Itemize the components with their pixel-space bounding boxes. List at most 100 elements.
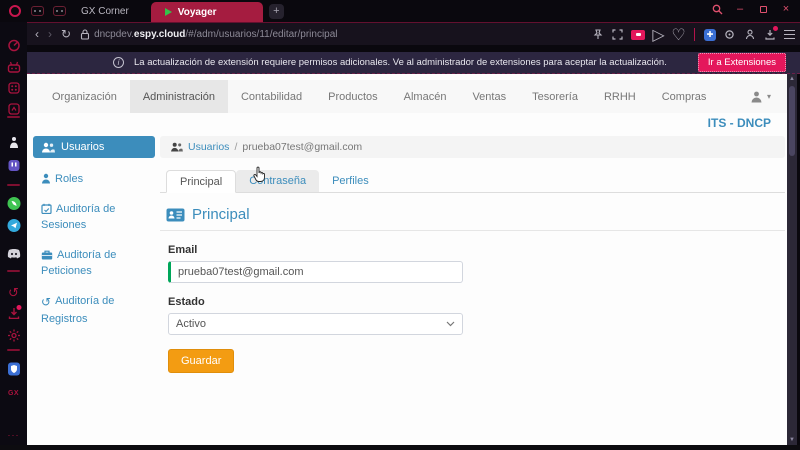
sidebar-item-usuarios[interactable]: Usuarios: [33, 136, 155, 158]
discord-icon[interactable]: [7, 249, 21, 259]
user-menu[interactable]: ▾: [750, 80, 771, 113]
app-navbar: Organización Administración Contabilidad…: [27, 80, 787, 113]
nav-item-compras[interactable]: Compras: [649, 80, 720, 113]
pinned-tab-icon[interactable]: [31, 6, 44, 16]
nav-item-almacen[interactable]: Almacén: [391, 80, 460, 113]
app-brand: ITS - DNCP: [708, 116, 771, 130]
scroll-down-icon[interactable]: ▼: [787, 435, 797, 445]
profile-icon[interactable]: [743, 28, 756, 41]
scroll-up-icon[interactable]: ▲: [787, 74, 797, 84]
go-to-extensions-button[interactable]: Ir a Extensiones: [698, 53, 786, 72]
sidebar-item-auditoria-sesiones[interactable]: Auditoría de Sesiones: [33, 201, 155, 234]
search-icon[interactable]: [711, 3, 723, 15]
gx-store-icon[interactable]: [8, 103, 20, 115]
tab-principal[interactable]: Principal: [166, 170, 236, 193]
telegram-icon[interactable]: [7, 219, 20, 232]
mods-icon[interactable]: [8, 82, 20, 94]
tab-gx-corner[interactable]: GX Corner: [53, 6, 129, 17]
toolbar-separator: [694, 28, 695, 41]
save-button[interactable]: Guardar: [168, 349, 234, 373]
estado-select[interactable]: Activo: [168, 313, 463, 335]
opera-gx-logo[interactable]: [9, 5, 21, 17]
url-prefix: dncpdev.: [94, 29, 134, 40]
close-button[interactable]: ×: [780, 3, 792, 15]
id-card-icon: [166, 208, 185, 222]
nav-item-tesoreria[interactable]: Tesorería: [519, 80, 591, 113]
gx-control-icon[interactable]: [7, 39, 20, 52]
sidebar-item-auditoria-registros[interactable]: ↺Auditoría de Registros: [33, 293, 155, 328]
vpn-badge-icon[interactable]: [631, 30, 645, 40]
email-field[interactable]: [168, 261, 463, 283]
section-heading: Principal: [160, 206, 785, 231]
menu-icon[interactable]: [783, 28, 796, 41]
tab-strip: GX Corner Voyager + – ×: [0, 0, 800, 22]
breadcrumb-separator: /: [234, 141, 237, 153]
tab-contrasena[interactable]: Contraseña: [236, 170, 319, 192]
tab-voyager[interactable]: Voyager: [151, 2, 263, 22]
sidebar-item-label: Usuarios: [61, 141, 104, 153]
twitch-icon[interactable]: [7, 159, 20, 172]
nav-item-rrhh[interactable]: RRHH: [591, 80, 649, 113]
rail-overflow-icon[interactable]: ···: [8, 430, 20, 440]
tab-perfiles[interactable]: Perfiles: [319, 170, 382, 192]
gx-sidebar: ↺ GX ···: [0, 22, 27, 445]
users-icon: [41, 142, 55, 153]
rail-separator: [7, 349, 20, 351]
nav-item-productos[interactable]: Productos: [315, 80, 391, 113]
extension-icon[interactable]: ✚: [704, 29, 716, 41]
sidebar-item-label: Auditoría de Registros: [41, 295, 114, 325]
history-icon: ↺: [41, 295, 51, 309]
users-icon: [170, 142, 183, 152]
player-icon[interactable]: [8, 136, 20, 149]
pin-icon[interactable]: [591, 28, 604, 41]
rail-download-dot: [16, 305, 21, 310]
rail-separator: [7, 270, 20, 272]
forward-button[interactable]: ›: [48, 27, 52, 41]
extension-shield-icon[interactable]: [7, 362, 20, 376]
breadcrumb-current: prueba07test@gmail.com: [242, 141, 362, 153]
lock-icon[interactable]: [80, 29, 90, 40]
downloads-icon[interactable]: [763, 28, 776, 41]
url-bar[interactable]: dncpdev.espy.cloud/#/adm/usuarios/11/edi…: [94, 29, 337, 40]
send-to-player-icon[interactable]: ▷: [652, 28, 665, 41]
bottom-strip: [0, 445, 800, 450]
easy-setup-icon[interactable]: [723, 28, 736, 41]
breadcrumb-root-link[interactable]: Usuarios: [188, 141, 229, 153]
minimize-button[interactable]: –: [734, 3, 746, 15]
scrollbar-thumb[interactable]: [789, 86, 795, 156]
web-content: Organización Administración Contabilidad…: [27, 74, 787, 445]
app-sidebar: Usuarios Roles Auditoría de Sesiones Aud…: [33, 136, 155, 327]
reload-button[interactable]: ↻: [61, 27, 71, 41]
whatsapp-icon[interactable]: [7, 197, 20, 210]
new-tab-button[interactable]: +: [269, 4, 284, 19]
edit-user-form: Email Estado Activo Guardar: [160, 244, 785, 373]
nav-item-ventas[interactable]: Ventas: [459, 80, 519, 113]
sidebar-item-roles[interactable]: Roles: [33, 171, 155, 188]
url-path: /#/adm/usuarios/11/editar/principal: [185, 29, 337, 40]
rail-downloads-icon[interactable]: [8, 307, 19, 319]
bookmark-heart-icon[interactable]: ♡: [672, 28, 685, 41]
email-label: Email: [168, 244, 785, 256]
back-button[interactable]: ‹: [35, 27, 39, 41]
role-user-icon: [41, 173, 51, 184]
settings-gear-icon[interactable]: [7, 329, 20, 342]
estado-label: Estado: [168, 296, 785, 308]
nav-item-administracion[interactable]: Administración: [130, 80, 228, 113]
sidebar-item-auditoria-peticiones[interactable]: Auditoría de Peticiones: [33, 247, 155, 280]
page-scrollbar[interactable]: ▲ ▼: [787, 74, 797, 445]
mouse-cursor-hand: [252, 166, 267, 188]
gx-logo: GX: [8, 390, 19, 397]
history-icon[interactable]: ↺: [8, 285, 19, 301]
rail-separator: [7, 184, 20, 186]
window-controls: – ×: [711, 3, 792, 15]
nav-item-organizacion[interactable]: Organización: [39, 80, 130, 113]
briefcase-icon: [41, 250, 53, 260]
maximize-button[interactable]: [757, 3, 769, 15]
gx-corner-icon[interactable]: [7, 61, 20, 73]
gx-corner-tab-icon: [53, 6, 66, 16]
caret-down-icon: ▾: [767, 92, 771, 101]
maximize-icon: [760, 6, 767, 13]
snapshot-icon[interactable]: [611, 28, 624, 41]
nav-item-contabilidad[interactable]: Contabilidad: [228, 80, 315, 113]
section-title: Principal: [192, 206, 250, 223]
